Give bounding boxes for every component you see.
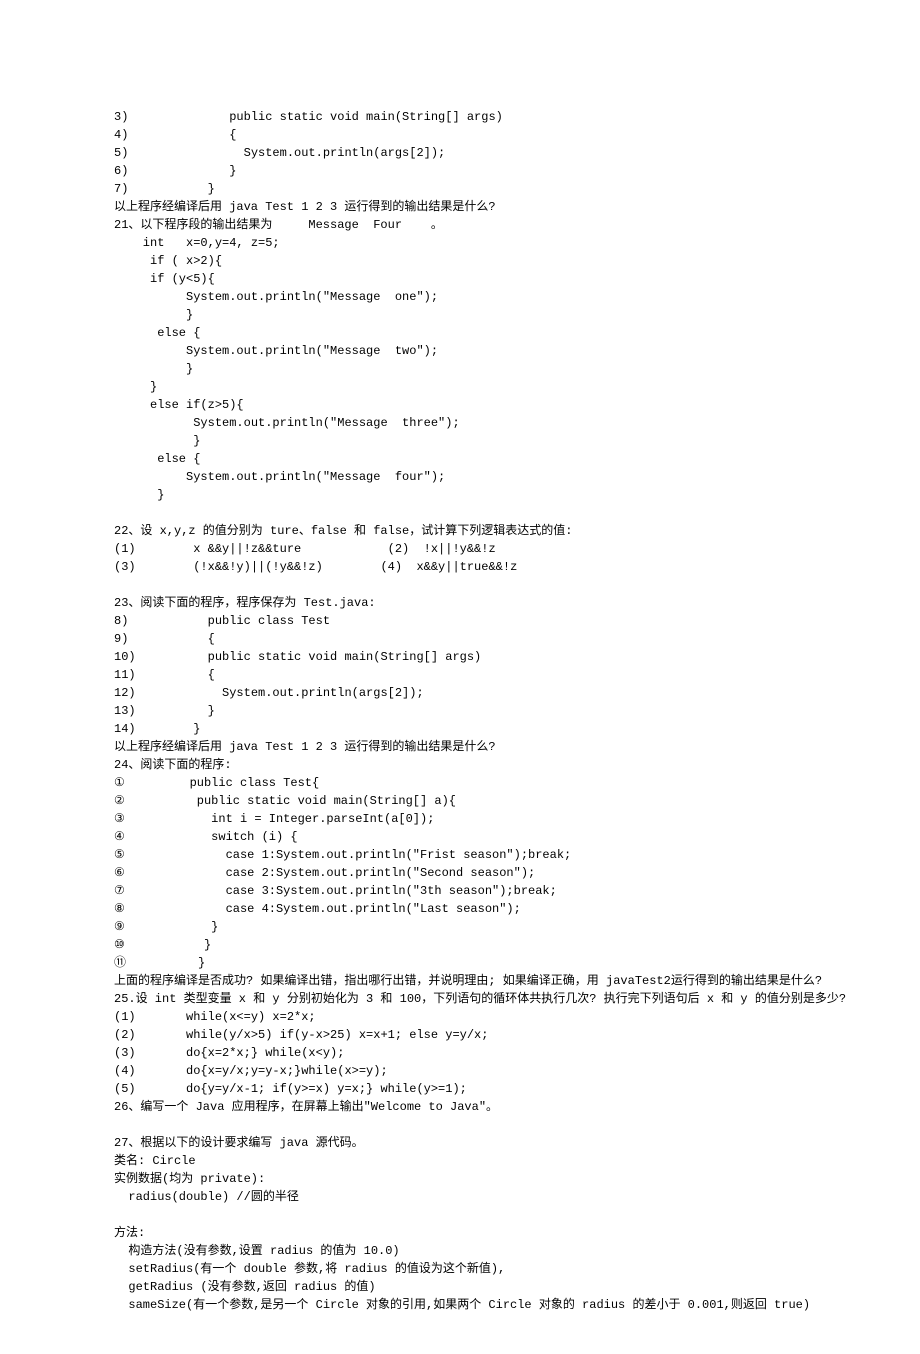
text-line: (1) x &&y||!z&&ture (2) !x||!y&&!z — [114, 540, 806, 558]
text-line: ① public class Test{ — [114, 774, 806, 792]
text-line: 23、阅读下面的程序，程序保存为 Test.java: — [114, 594, 806, 612]
text-line: ⑪ } — [114, 954, 806, 972]
text-line: 11) { — [114, 666, 806, 684]
text-line: ④ switch (i) { — [114, 828, 806, 846]
text-line: 10) public static void main(String[] arg… — [114, 648, 806, 666]
text-line: setRadius(有一个 double 参数,将 radius 的值设为这个新… — [114, 1260, 806, 1278]
text-line: } — [114, 378, 806, 396]
text-line: 以上程序经编译后用 java Test 1 2 3 运行得到的输出结果是什么? — [114, 738, 806, 756]
text-line: } — [114, 306, 806, 324]
text-line: ③ int i = Integer.parseInt(a[0]); — [114, 810, 806, 828]
text-line: if ( x>2){ — [114, 252, 806, 270]
text-line: ⑩ } — [114, 936, 806, 954]
text-line: 21、以下程序段的输出结果为 Message Four 。 — [114, 216, 806, 234]
text-line: System.out.println("Message one"); — [114, 288, 806, 306]
text-line: 8) public class Test — [114, 612, 806, 630]
text-line: (1) while(x<=y) x=2*x; — [114, 1008, 806, 1026]
text-line: 9) { — [114, 630, 806, 648]
text-line: ⑨ } — [114, 918, 806, 936]
text-line: 7) } — [114, 180, 806, 198]
text-line: } — [114, 432, 806, 450]
document-page: 3) public static void main(String[] args… — [0, 0, 920, 1354]
text-line: System.out.println("Message three"); — [114, 414, 806, 432]
text-line: 24、阅读下面的程序: — [114, 756, 806, 774]
text-line: System.out.println("Message two"); — [114, 342, 806, 360]
text-line: 27、根据以下的设计要求编写 java 源代码。 — [114, 1134, 806, 1152]
text-line — [114, 504, 806, 522]
text-line: 14) } — [114, 720, 806, 738]
text-line: 实例数据(均为 private): — [114, 1170, 806, 1188]
text-line: int x=0,y=4, z=5; — [114, 234, 806, 252]
text-line: if (y<5){ — [114, 270, 806, 288]
text-line: 上面的程序编译是否成功? 如果编译出错，指出哪行出错，并说明理由; 如果编译正确… — [114, 972, 806, 990]
text-line: ② public static void main(String[] a){ — [114, 792, 806, 810]
text-line: (3) do{x=2*x;} while(x<y); — [114, 1044, 806, 1062]
text-line: 4) { — [114, 126, 806, 144]
text-line: 构造方法(没有参数,设置 radius 的值为 10.0) — [114, 1242, 806, 1260]
text-line: (4) do{x=y/x;y=y-x;}while(x>=y); — [114, 1062, 806, 1080]
text-line: 26、编写一个 Java 应用程序，在屏幕上输出"Welcome to Java… — [114, 1098, 806, 1116]
text-line: (5) do{y=y/x-1; if(y>=x) y=x;} while(y>=… — [114, 1080, 806, 1098]
text-line: ⑦ case 3:System.out.println("3th season"… — [114, 882, 806, 900]
text-line: else { — [114, 324, 806, 342]
text-line: 6) } — [114, 162, 806, 180]
text-line: ⑧ case 4:System.out.println("Last season… — [114, 900, 806, 918]
text-line: 25.设 int 类型变量 x 和 y 分别初始化为 3 和 100，下列语句的… — [114, 990, 806, 1008]
text-line: 5) System.out.println(args[2]); — [114, 144, 806, 162]
text-line: 以上程序经编译后用 java Test 1 2 3 运行得到的输出结果是什么? — [114, 198, 806, 216]
text-line: 类名: Circle — [114, 1152, 806, 1170]
text-line: else if(z>5){ — [114, 396, 806, 414]
text-line: sameSize(有一个参数,是另一个 Circle 对象的引用,如果两个 Ci… — [114, 1296, 806, 1314]
text-line: 12) System.out.println(args[2]); — [114, 684, 806, 702]
text-line: ⑥ case 2:System.out.println("Second seas… — [114, 864, 806, 882]
text-line: 22、设 x,y,z 的值分别为 ture、false 和 false，试计算下… — [114, 522, 806, 540]
text-line: 3) public static void main(String[] args… — [114, 108, 806, 126]
text-line: (2) while(y/x>5) if(y-x>25) x=x+1; else … — [114, 1026, 806, 1044]
text-line: ⑤ case 1:System.out.println("Frist seaso… — [114, 846, 806, 864]
text-line: } — [114, 486, 806, 504]
text-line: 方法: — [114, 1224, 806, 1242]
text-line — [114, 576, 806, 594]
text-line: else { — [114, 450, 806, 468]
text-line — [114, 1116, 806, 1134]
text-line: getRadius (没有参数,返回 radius 的值) — [114, 1278, 806, 1296]
text-line: 13) } — [114, 702, 806, 720]
text-line: (3) (!x&&!y)||(!y&&!z) (4) x&&y||true&&!… — [114, 558, 806, 576]
text-line — [114, 1206, 806, 1224]
document-body: 3) public static void main(String[] args… — [114, 108, 806, 1314]
text-line: } — [114, 360, 806, 378]
text-line: System.out.println("Message four"); — [114, 468, 806, 486]
